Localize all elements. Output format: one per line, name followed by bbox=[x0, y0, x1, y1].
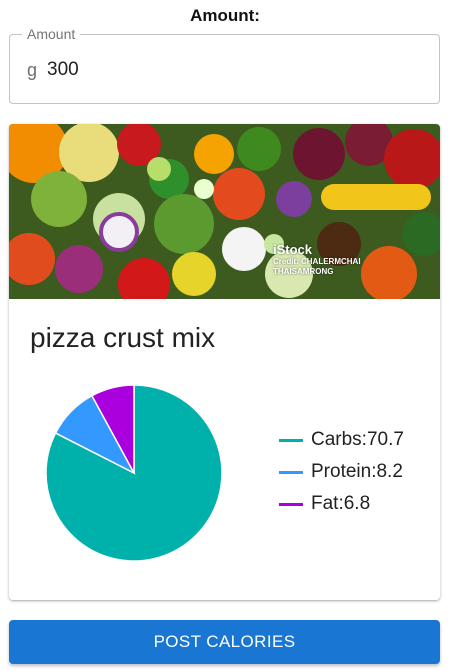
chart-legend: Carbs:70.7 Protein:8.2 Fat:6.8 bbox=[279, 424, 404, 520]
unit-adornment: g bbox=[27, 60, 38, 80]
page-title: Amount: bbox=[190, 6, 260, 25]
legend-label: Protein:8.2 bbox=[311, 461, 403, 482]
legend-label: Carbs:70.7 bbox=[311, 429, 404, 450]
legend-swatch bbox=[279, 502, 303, 506]
legend-swatch bbox=[279, 470, 303, 474]
food-name: pizza crust mix bbox=[30, 322, 216, 353]
stock-watermark: iStock Credit: CHALERMCHAI THAISAMRONG bbox=[273, 242, 383, 277]
amount-label: Amount bbox=[22, 26, 81, 42]
legend-item-carbs: Carbs:70.7 bbox=[279, 424, 404, 456]
legend-item-fat: Fat:6.8 bbox=[279, 488, 404, 520]
watermark-credit: Credit: CHALERMCHAI THAISAMRONG bbox=[273, 257, 361, 276]
post-calories-button[interactable]: POST CALORIES bbox=[9, 620, 440, 664]
legend-item-protein: Protein:8.2 bbox=[279, 456, 404, 488]
amount-field[interactable]: Amount g bbox=[9, 26, 440, 104]
legend-label: Fat:6.8 bbox=[311, 493, 371, 514]
watermark-brand: iStock bbox=[273, 242, 313, 257]
amount-input[interactable] bbox=[47, 57, 407, 83]
macro-pie-chart bbox=[45, 384, 223, 562]
food-card: iStock Credit: CHALERMCHAI THAISAMRONG p… bbox=[9, 124, 440, 600]
legend-swatch bbox=[279, 438, 303, 442]
